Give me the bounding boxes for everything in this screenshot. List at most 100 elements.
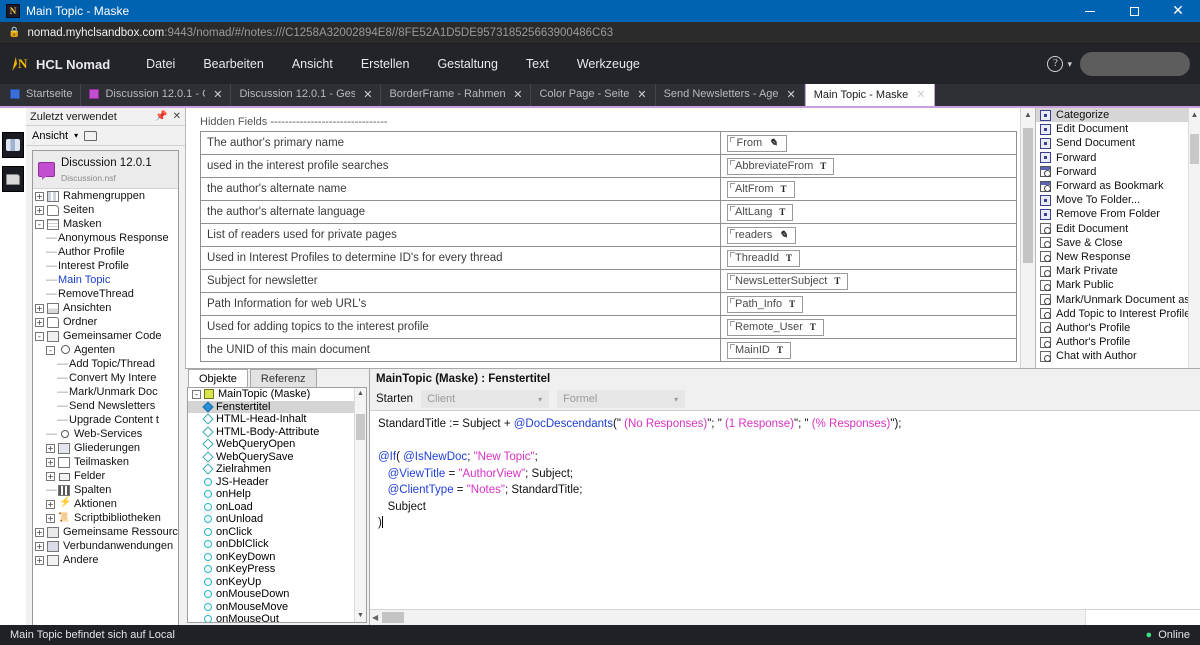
tree-item-author-profile[interactable]: — Author Profile bbox=[33, 245, 178, 259]
chevron-down-icon[interactable]: ▾ bbox=[74, 131, 78, 140]
object-item-html-body-attribute[interactable]: HTML-Body-Attribute bbox=[188, 426, 366, 439]
object-item-onkeypress[interactable]: onKeyPress bbox=[188, 563, 366, 576]
tree-item-upgrade-content-t[interactable]: — Upgrade Content t bbox=[33, 413, 178, 427]
object-item-webquerysave[interactable]: WebQuerySave bbox=[188, 451, 366, 464]
object-item-onhelp[interactable]: onHelp bbox=[188, 488, 366, 501]
action-item-chat-with-author[interactable]: Chat with Author bbox=[1036, 349, 1200, 363]
scroll-left-icon[interactable]: ◀ bbox=[372, 613, 378, 622]
action-item-forward[interactable]: Forward bbox=[1036, 151, 1200, 165]
object-item-fenstertitel[interactable]: Fenstertitel bbox=[188, 400, 366, 413]
scrollbar-thumb[interactable] bbox=[1190, 134, 1199, 164]
tree-item-felder[interactable]: + Felder bbox=[33, 469, 178, 483]
action-item-author-s-profile[interactable]: Author's Profile bbox=[1036, 335, 1200, 349]
action-item-mark-unmark-document-as-e[interactable]: Mark/Unmark Document as E bbox=[1036, 292, 1200, 306]
tree-item-agenten[interactable]: - Agenten bbox=[33, 343, 178, 357]
tree-item-removethread[interactable]: — RemoveThread bbox=[33, 287, 178, 301]
help-circle-icon[interactable]: ? bbox=[1047, 56, 1064, 72]
twisty-icon[interactable]: + bbox=[35, 527, 44, 537]
tree-item-gemeinsame-ressource[interactable]: + Gemeinsame Ressource bbox=[33, 525, 178, 539]
scrollbar-thumb[interactable] bbox=[1023, 128, 1033, 263]
language-select[interactable]: Formel ▾ bbox=[557, 390, 686, 408]
action-item-add-topic-to-interest-profile[interactable]: Add Topic to Interest Profile bbox=[1036, 307, 1200, 321]
form-field-abbreviatefrom[interactable]: AbbreviateFrom T bbox=[727, 157, 835, 175]
scroll-up-icon[interactable]: ▲ bbox=[1189, 108, 1200, 122]
twisty-icon[interactable]: + bbox=[46, 457, 55, 467]
action-item-edit-document[interactable]: Edit Document bbox=[1036, 222, 1200, 236]
formula-code-area[interactable]: StandardTitle := Subject + @DocDescendan… bbox=[370, 410, 1200, 609]
tree-item-anonymous-response[interactable]: — Anonymous Response bbox=[33, 231, 178, 245]
tab-referenz[interactable]: Referenz bbox=[249, 369, 317, 387]
tab-main-topic[interactable]: Main Topic - Maske ✕ bbox=[804, 82, 935, 106]
objects-root[interactable]: - MainTopic (Maske) bbox=[188, 388, 366, 401]
tree-item-seiten[interactable]: + Seiten bbox=[33, 203, 178, 217]
tab-discussion-2[interactable]: Discussion 12.0.1 - Gest ✕ bbox=[231, 82, 382, 106]
tree-item-web-services[interactable]: — Web-Services bbox=[33, 427, 178, 441]
object-item-onkeyup[interactable]: onKeyUp bbox=[188, 576, 366, 589]
tree-item-masken[interactable]: - Masken bbox=[33, 217, 178, 231]
tree-item-rahmengruppen[interactable]: + Rahmengruppen bbox=[33, 189, 178, 203]
scroll-up-icon[interactable]: ▲ bbox=[355, 388, 366, 400]
form-field-from[interactable]: From ✎ bbox=[727, 134, 787, 152]
object-item-ondblclick[interactable]: onDblClick bbox=[188, 538, 366, 551]
form-field-threadid[interactable]: ThreadId T bbox=[727, 249, 801, 267]
action-item-send-document[interactable]: Send Document bbox=[1036, 136, 1200, 150]
minimize-button[interactable] bbox=[1068, 0, 1112, 22]
tree-item-interest-profile[interactable]: — Interest Profile bbox=[33, 259, 178, 273]
rail-button-files[interactable] bbox=[2, 166, 24, 192]
action-item-edit-document[interactable]: Edit Document bbox=[1036, 122, 1200, 136]
tab-close-icon[interactable]: ✕ bbox=[916, 88, 925, 101]
form-field-mainid[interactable]: MainID T bbox=[727, 341, 791, 359]
tree-item-convert-my-intere[interactable]: — Convert My Intere bbox=[33, 371, 178, 385]
action-item-save-close[interactable]: Save & Close bbox=[1036, 236, 1200, 250]
action-item-categorize[interactable]: Categorize bbox=[1036, 108, 1200, 123]
tab-close-icon[interactable]: ✕ bbox=[363, 88, 372, 101]
tab-close-icon[interactable]: ✕ bbox=[637, 88, 646, 101]
scroll-down-icon[interactable]: ▼ bbox=[355, 610, 366, 622]
tree-item-ordner[interactable]: + Ordner bbox=[33, 315, 178, 329]
object-item-onunload[interactable]: onUnload bbox=[188, 513, 366, 526]
menu-erstellen[interactable]: Erstellen bbox=[347, 44, 424, 84]
object-item-onload[interactable]: onLoad bbox=[188, 501, 366, 514]
tree-item-gliederungen[interactable]: + Gliederungen bbox=[33, 441, 178, 455]
editor-horizontal-scrollbar[interactable]: ◀ bbox=[370, 609, 1200, 625]
view-dropdown-label[interactable]: Ansicht bbox=[32, 130, 68, 142]
twisty-icon[interactable]: + bbox=[46, 443, 55, 453]
twisty-icon[interactable]: + bbox=[46, 513, 55, 523]
menu-datei[interactable]: Datei bbox=[132, 44, 189, 84]
object-item-onkeydown[interactable]: onKeyDown bbox=[188, 551, 366, 564]
new-folder-icon[interactable] bbox=[84, 130, 98, 141]
database-header[interactable]: Discussion 12.0.1 Discussion.nsf bbox=[33, 151, 178, 190]
twisty-icon[interactable]: + bbox=[35, 555, 44, 565]
twisty-icon[interactable]: + bbox=[35, 205, 44, 215]
object-item-html-head-inhalt[interactable]: HTML-Head-Inhalt bbox=[188, 413, 366, 426]
tree-item-scriptbibliotheken[interactable]: + Scriptbibliotheken bbox=[33, 511, 178, 525]
object-item-onmouseout[interactable]: onMouseOut bbox=[188, 613, 366, 622]
action-item-forward-as-bookmark[interactable]: Forward as Bookmark bbox=[1036, 179, 1200, 193]
pin-icon[interactable]: 📌 bbox=[155, 111, 167, 122]
tree-item-add-topic-thread[interactable]: — Add Topic/Thread bbox=[33, 357, 178, 371]
close-icon[interactable]: ✕ bbox=[173, 111, 181, 122]
run-target-select[interactable]: Client ▾ bbox=[421, 390, 550, 408]
form-field-remote_user[interactable]: Remote_User T bbox=[727, 318, 824, 336]
twisty-icon[interactable]: + bbox=[35, 303, 44, 313]
object-item-onclick[interactable]: onClick bbox=[188, 526, 366, 539]
menu-bearbeiten[interactable]: Bearbeiten bbox=[189, 44, 277, 84]
menu-gestaltung[interactable]: Gestaltung bbox=[423, 44, 511, 84]
tree-item-teilmasken[interactable]: + Teilmasken bbox=[33, 455, 178, 469]
object-item-onmousedown[interactable]: onMouseDown bbox=[188, 588, 366, 601]
tree-item-verbundanwendungen[interactable]: + Verbundanwendungen bbox=[33, 539, 178, 553]
tab-discussion-1[interactable]: Discussion 12.0.1 - Gest ✕ bbox=[81, 82, 232, 106]
objects-scrollbar[interactable]: ▲ ▼ bbox=[354, 388, 366, 622]
twisty-icon[interactable]: - bbox=[46, 345, 55, 355]
form-field-altlang[interactable]: AltLang T bbox=[727, 203, 794, 221]
tree-item-spalten[interactable]: — Spalten bbox=[33, 483, 178, 497]
twisty-icon[interactable]: + bbox=[46, 471, 55, 481]
menu-ansicht[interactable]: Ansicht bbox=[278, 44, 347, 84]
tab-borderframe[interactable]: BorderFrame - Rahmen ✕ bbox=[381, 82, 532, 106]
tree-item-main-topic[interactable]: — Main Topic bbox=[33, 273, 178, 287]
tree-item-mark-unmark-doc[interactable]: — Mark/Unmark Doc bbox=[33, 385, 178, 399]
action-item-forward[interactable]: Forward bbox=[1036, 165, 1200, 179]
form-field-altfrom[interactable]: AltFrom T bbox=[727, 180, 795, 198]
action-item-mark-private[interactable]: Mark Private bbox=[1036, 264, 1200, 278]
tree-item-aktionen[interactable]: + Aktionen bbox=[33, 497, 178, 511]
